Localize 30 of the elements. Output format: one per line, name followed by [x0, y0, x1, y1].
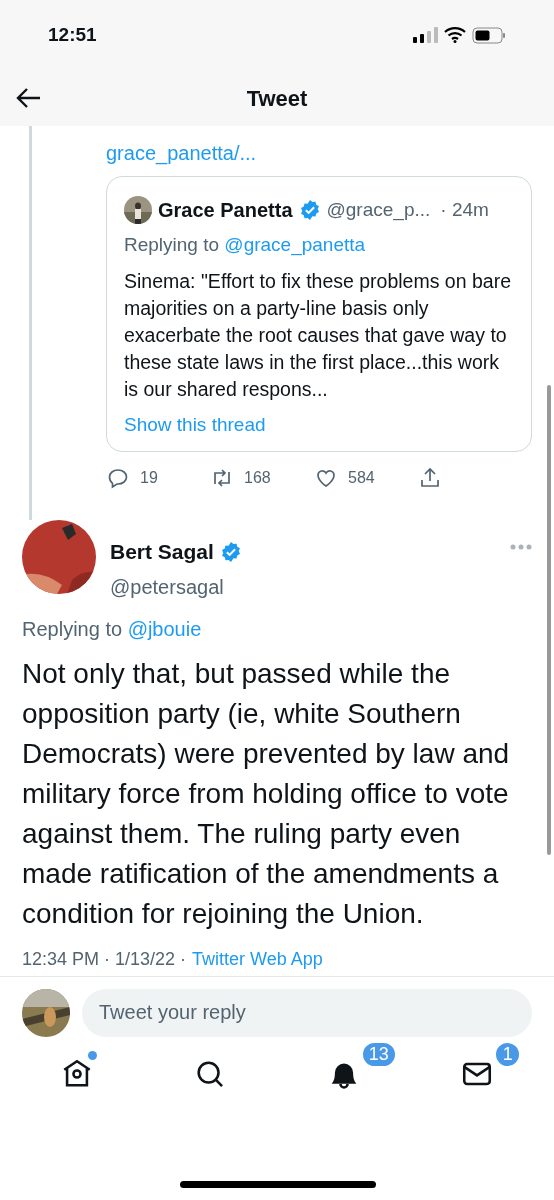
status-time: 12:51	[48, 22, 97, 47]
replying-to-text: Replying to @jbouie	[22, 616, 203, 642]
replying-to-text: Replying to @grace_panetta	[124, 233, 367, 258]
show-thread-link[interactable]: Show this thread	[124, 410, 514, 439]
action-count: 19	[140, 468, 158, 488]
author-name: Grace Panetta	[158, 198, 293, 223]
comment-icon[interactable]	[106, 466, 130, 490]
quoted-tweet-text: Sinema: "Effort to fix these problems on bare majorities on a party-line basis only exacerbate the root causes that gave way to these state laws in the first place...this work is our shared respons...	[124, 268, 512, 402]
source-link[interactable]: Twitter Web App	[192, 945, 323, 972]
mention-link[interactable]: @jbouie	[127, 617, 202, 640]
tweet-text: Not only that, but passed while the opposition party (ie, white Southern Democrats) were prevented by law and military force from holding office to vote against them. The ruling party even made ratification of the amendments a condition for rejoining the Union.	[22, 656, 511, 931]
share-icon[interactable]	[418, 466, 442, 490]
author-handle: @petersagal	[110, 574, 225, 600]
quoted-tweet-card[interactable]	[106, 176, 532, 452]
count-badge: 1	[494, 1040, 522, 1068]
tweet-link[interactable]: grace_panetta/...	[106, 138, 532, 168]
action-count: 584	[348, 468, 375, 488]
signal-icon	[413, 27, 438, 43]
battery-icon	[472, 26, 506, 44]
count-badge: 13	[360, 1040, 397, 1068]
action-count: 168	[244, 468, 271, 488]
wifi-icon	[444, 27, 466, 43]
back-arrow-icon[interactable]	[16, 87, 42, 109]
header-title: Tweet	[246, 84, 308, 113]
reply-input-field[interactable]: Tweet your reply	[82, 988, 532, 1037]
mention-link[interactable]: @grace_panetta	[224, 234, 366, 255]
tweet-time: · 24m	[440, 197, 489, 222]
author-handle: @grace_p...	[326, 197, 431, 223]
tweet-timestamp: 12:34 PM · 1/13/22 ·	[22, 947, 187, 971]
author-name: Bert Sagal	[110, 539, 214, 565]
